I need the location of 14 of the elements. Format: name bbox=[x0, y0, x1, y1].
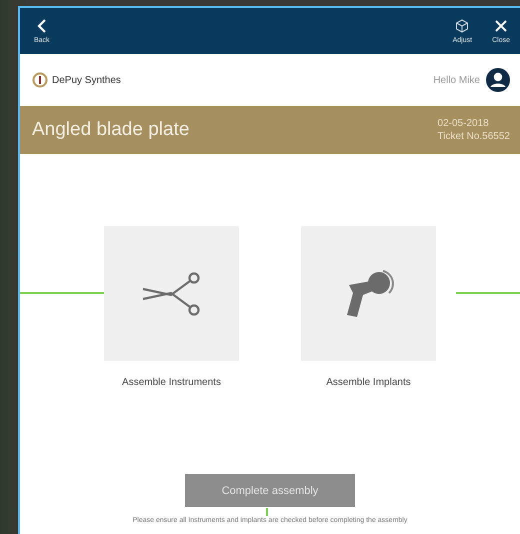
user-greeting: Hello Mike bbox=[433, 74, 480, 86]
brand-name: DePuy Synthes bbox=[52, 74, 121, 86]
step-tile[interactable] bbox=[104, 226, 239, 361]
back-icon bbox=[36, 18, 48, 32]
close-icon bbox=[494, 18, 508, 32]
logo-icon bbox=[32, 72, 48, 88]
ticket-number: Ticket No.56552 bbox=[438, 130, 510, 143]
date-text: 02-05-2018 bbox=[438, 117, 490, 130]
cube-icon bbox=[455, 18, 470, 32]
step-tile[interactable] bbox=[301, 226, 436, 361]
step-label: Assemble Implants bbox=[326, 377, 411, 388]
page-title: Angled blade plate bbox=[32, 119, 190, 141]
step-label: Assemble Instruments bbox=[122, 377, 221, 388]
avatar-icon[interactable] bbox=[486, 68, 510, 92]
